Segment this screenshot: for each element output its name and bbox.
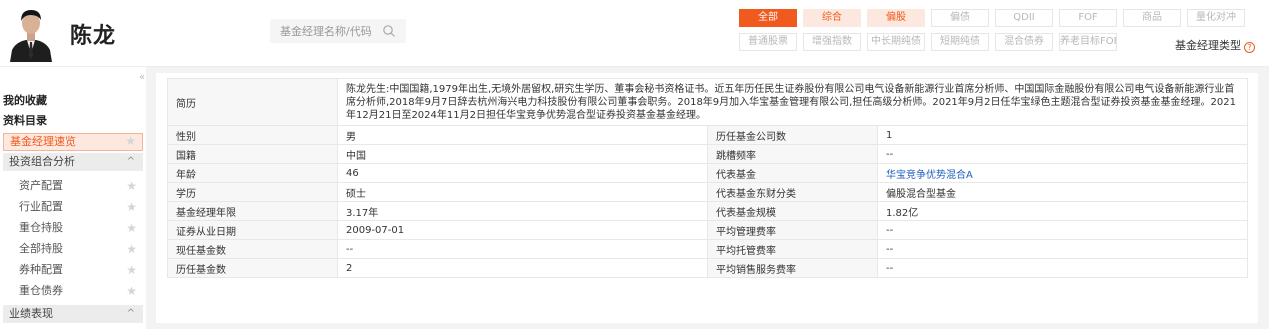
sidebar-item-top-holdings[interactable]: 重仓持股 ★ bbox=[3, 219, 143, 237]
filter-quant-hedge-button[interactable]: 量化对冲 bbox=[1187, 9, 1245, 27]
avatar bbox=[8, 4, 54, 62]
collapse-sidebar-icon[interactable]: « bbox=[139, 72, 145, 83]
sidebar-item-label: 全部持股 bbox=[19, 242, 63, 255]
field-label: 平均托管费率 bbox=[707, 239, 878, 259]
field-value: 1 bbox=[877, 125, 1248, 145]
sidebar-item-label: 重仓债券 bbox=[19, 284, 63, 297]
field-value: -- bbox=[877, 144, 1248, 164]
filter-pension-fof-button[interactable]: 养老目标FOF bbox=[1059, 33, 1117, 51]
chevron-up-icon[interactable]: ^ bbox=[127, 153, 135, 171]
field-label: 平均销售服务费率 bbox=[707, 258, 878, 278]
field-label: 平均管理费率 bbox=[707, 220, 878, 240]
table-row: 国籍 中国 跳槽频率 -- bbox=[167, 144, 1248, 164]
field-label: 跳槽频率 bbox=[707, 144, 878, 164]
sidebar-item-top-bonds[interactable]: 重仓债券 ★ bbox=[3, 282, 143, 300]
filter-commodity-button[interactable]: 商品 bbox=[1123, 9, 1181, 27]
manager-name: 陈龙 bbox=[70, 24, 117, 49]
sidebar-item-label: 行业配置 bbox=[19, 200, 63, 213]
sidebar-item-label: 基金经理速览 bbox=[10, 135, 76, 148]
field-value-cell: 华宝竞争优势混合A bbox=[877, 163, 1248, 183]
field-value: -- bbox=[877, 258, 1248, 278]
field-label: 证券从业日期 bbox=[167, 220, 338, 240]
filter-mixed-bond-button[interactable]: 混合债券 bbox=[995, 33, 1053, 51]
filter-short-term-bond-button[interactable]: 短期纯债 bbox=[931, 33, 989, 51]
table-row: 证券从业日期 2009-07-01 平均管理费率 -- bbox=[167, 220, 1248, 240]
sidebar-item-asset-allocation[interactable]: 资产配置 ★ bbox=[3, 177, 143, 195]
field-label: 历任基金公司数 bbox=[707, 125, 878, 145]
table-row: 现任基金数 -- 平均托管费率 -- bbox=[167, 239, 1248, 259]
table-row: 学历 硕士 代表基金东财分类 偏股混合型基金 bbox=[167, 182, 1248, 202]
sidebar-group-performance[interactable]: 业绩表现 ^ bbox=[3, 305, 143, 323]
sidebar-item-label: 资产配置 bbox=[19, 179, 63, 192]
field-value: 中国 bbox=[337, 144, 708, 164]
sidebar-item-label: 券种配置 bbox=[19, 263, 63, 276]
sidebar-item-all-holdings[interactable]: 全部持股 ★ bbox=[3, 240, 143, 258]
field-label: 代表基金东财分类 bbox=[707, 182, 878, 202]
sidebar-item-label: 重仓持股 bbox=[19, 221, 63, 234]
filter-common-stock-button[interactable]: 普通股票 bbox=[739, 33, 797, 51]
sidebar-item-manager-overview[interactable]: 基金经理速览 ★ bbox=[3, 133, 143, 151]
filter-fof-button[interactable]: FOF bbox=[1059, 9, 1117, 27]
manager-profile-panel: 简历 陈龙先生:中国国籍,1979年出生,无境外居留权,研究生学历、董事会秘书资… bbox=[156, 73, 1258, 323]
favorite-star-icon[interactable]: ★ bbox=[126, 219, 137, 237]
field-label: 性别 bbox=[167, 125, 338, 145]
search-input[interactable] bbox=[270, 19, 380, 43]
sidebar-item-industry-allocation[interactable]: 行业配置 ★ bbox=[3, 198, 143, 216]
filter-bond-biased-button[interactable]: 偏债 bbox=[931, 9, 989, 27]
sidebar-group-portfolio-analysis[interactable]: 投资组合分析 ^ bbox=[3, 153, 143, 171]
favorite-star-icon[interactable]: ★ bbox=[126, 198, 137, 216]
field-value: 3.17年 bbox=[337, 201, 708, 221]
bio-label: 简历 bbox=[167, 78, 338, 126]
field-label: 代表基金规模 bbox=[707, 201, 878, 221]
field-value: -- bbox=[337, 239, 708, 259]
representative-fund-link[interactable]: 华宝竞争优势混合A bbox=[886, 170, 973, 181]
field-value: 硕士 bbox=[337, 182, 708, 202]
field-label: 历任基金数 bbox=[167, 258, 338, 278]
field-label: 现任基金数 bbox=[167, 239, 338, 259]
field-value: 偏股混合型基金 bbox=[877, 182, 1248, 202]
table-row: 历任基金数 2 平均销售服务费率 -- bbox=[167, 258, 1248, 278]
bio-text: 陈龙先生:中国国籍,1979年出生,无境外居留权,研究生学历、董事会秘书资格证书… bbox=[337, 78, 1248, 126]
field-value: 2 bbox=[337, 258, 708, 278]
manager-type-label: 基金经理类型? bbox=[1175, 37, 1255, 53]
table-row: 年龄 46 代表基金 华宝竞争优势混合A bbox=[167, 163, 1248, 183]
table-row: 简历 陈龙先生:中国国籍,1979年出生,无境外居留权,研究生学历、董事会秘书资… bbox=[167, 78, 1248, 126]
filter-enhanced-index-button[interactable]: 增强指数 bbox=[803, 33, 861, 51]
field-value: 2009-07-01 bbox=[337, 220, 708, 240]
filter-equity-biased-button[interactable]: 偏股 bbox=[867, 9, 925, 27]
sidebar-catalog-heading: 资料目录 bbox=[3, 114, 47, 127]
field-label: 国籍 bbox=[167, 144, 338, 164]
sidebar-group-label: 业绩表现 bbox=[9, 307, 53, 320]
sidebar-favorites-heading[interactable]: 我的收藏 bbox=[3, 92, 47, 108]
filter-long-term-bond-button[interactable]: 中长期纯债 bbox=[867, 33, 925, 51]
field-label: 学历 bbox=[167, 182, 338, 202]
field-label: 年龄 bbox=[167, 163, 338, 183]
favorite-star-icon[interactable]: ★ bbox=[125, 133, 136, 149]
field-value: -- bbox=[877, 239, 1248, 259]
favorite-star-icon[interactable]: ★ bbox=[126, 240, 137, 258]
filter-all-button[interactable]: 全部 bbox=[739, 9, 797, 27]
table-row: 性别 男 历任基金公司数 1 bbox=[167, 125, 1248, 145]
field-value: 1.82亿 bbox=[877, 201, 1248, 221]
favorite-star-icon[interactable]: ★ bbox=[126, 177, 137, 195]
chevron-up-icon[interactable]: ^ bbox=[127, 305, 135, 323]
manager-profile-table: 简历 陈龙先生:中国国籍,1979年出生,无境外居留权,研究生学历、董事会秘书资… bbox=[167, 78, 1248, 278]
field-value: 46 bbox=[337, 163, 708, 183]
field-label: 代表基金 bbox=[707, 163, 878, 183]
page-header: 陈龙 全部 综合 偏股 偏债 QDII FOF 商品 量化对冲 普通股票 增强指… bbox=[0, 0, 1269, 66]
field-value: 男 bbox=[337, 125, 708, 145]
filter-comprehensive-button[interactable]: 综合 bbox=[803, 9, 861, 27]
search-box[interactable] bbox=[270, 19, 406, 43]
field-value: -- bbox=[877, 220, 1248, 240]
field-label: 基金经理年限 bbox=[167, 201, 338, 221]
sidebar-group-label: 投资组合分析 bbox=[9, 155, 75, 168]
help-icon[interactable]: ? bbox=[1244, 42, 1255, 53]
table-row: 基金经理年限 3.17年 代表基金规模 1.82亿 bbox=[167, 201, 1248, 221]
favorite-star-icon[interactable]: ★ bbox=[126, 261, 137, 279]
manager-type-text: 基金经理类型 bbox=[1175, 39, 1241, 52]
favorite-star-icon[interactable]: ★ bbox=[126, 282, 137, 300]
filter-qdii-button[interactable]: QDII bbox=[995, 9, 1053, 27]
sidebar-item-bond-type-allocation[interactable]: 券种配置 ★ bbox=[3, 261, 143, 279]
search-icon[interactable] bbox=[382, 24, 396, 38]
